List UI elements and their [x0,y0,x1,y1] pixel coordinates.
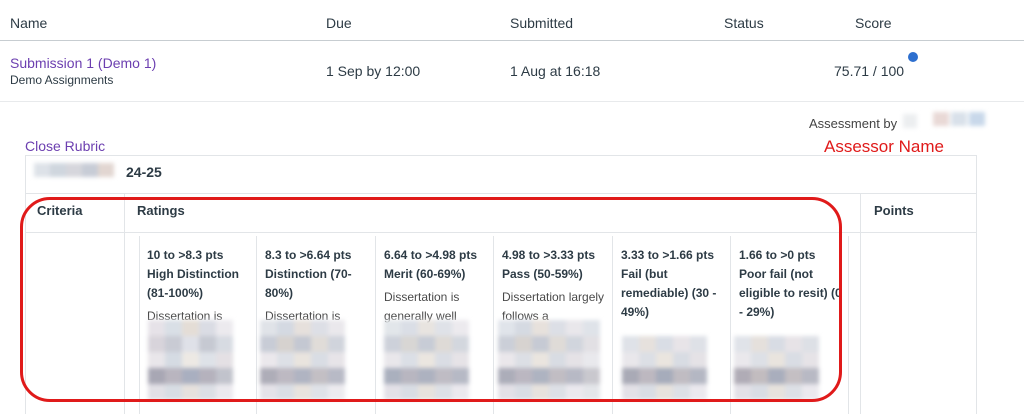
redacted-description [734,312,830,412]
column-header-submitted[interactable]: Submitted [510,15,573,31]
points-header: Points [874,203,914,218]
due-date: 1 Sep by 12:00 [326,63,421,79]
rubric-title-redacted [34,163,116,177]
rubric-frame-top [25,155,977,156]
unread-comment-dot-icon[interactable] [908,52,918,62]
column-header-status[interactable]: Status [724,15,764,31]
rubric-header-divider [25,232,977,233]
rubric-points-divider [860,193,861,414]
rating-points: 6.64 to >4.98 pts [384,248,478,262]
rubric-title-suffix: 24-25 [126,164,162,180]
rating-points: 4.98 to >3.33 pts [502,248,596,262]
redacted-description [498,312,606,412]
criteria-header: Criteria [37,203,83,218]
rating-points: 1.66 to >0 pts [739,248,816,262]
rating-name: High Distinction (81-100%) [147,267,239,300]
redacted-description [260,312,354,412]
header-divider [0,40,1024,41]
rating-separator [493,236,494,414]
assessment-by-label: Assessment by [809,116,898,131]
submission-link[interactable]: Submission 1 (Demo 1) [10,55,156,71]
rubric-criteria-divider [124,193,125,414]
rating-points: 8.3 to >6.64 pts [265,248,352,262]
rating-separator [256,236,257,414]
redacted-description [622,312,718,412]
ratings-header: Ratings [137,203,185,218]
rating-name: Merit (60-69%) [384,267,466,281]
rating-name: Pass (50-59%) [502,267,583,281]
rating-separator [612,236,613,414]
submitted-date: 1 Aug at 16:18 [510,63,601,79]
rating-separator [139,236,140,414]
rating-name: Distinction (70-80%) [265,267,352,300]
rating-separator [848,236,849,414]
column-header-score[interactable]: Score [855,15,892,31]
redacted-description [148,312,233,412]
rating-points: 10 to >8.3 pts [147,248,224,262]
rating-points: 3.33 to >1.66 pts [621,248,715,262]
rating-separator [730,236,731,414]
assessor-name-annotation: Assessor Name [824,137,944,156]
column-header-due[interactable]: Due [326,15,352,31]
rubric-title-divider [25,193,977,194]
redacted-description [384,312,469,412]
assignment-group-label: Demo Assignments [10,73,114,87]
rating-separator [375,236,376,414]
close-rubric-link[interactable]: Close Rubric [25,138,105,154]
assessor-name-redacted [903,112,985,128]
score-value: 75.71 / 100 [834,63,905,79]
row-divider [0,101,1024,102]
column-header-name[interactable]: Name [10,15,47,31]
